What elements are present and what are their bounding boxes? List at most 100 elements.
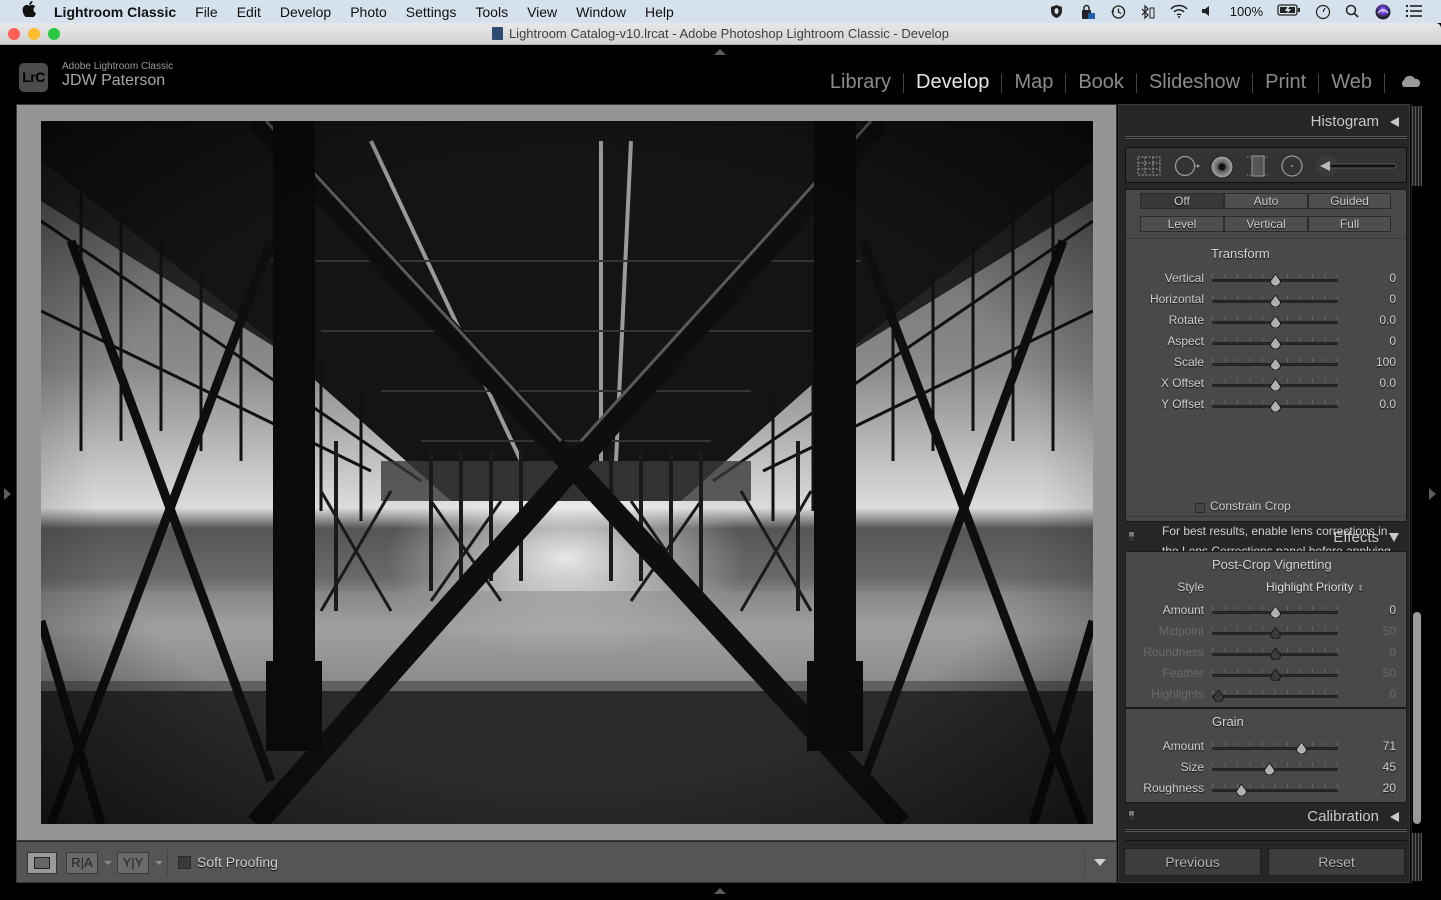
before-after-ra-button[interactable]: R|A (66, 852, 98, 874)
slider-value[interactable]: 0 (1389, 334, 1396, 348)
slider-track[interactable] (1212, 768, 1338, 771)
slider-value[interactable]: 0 (1389, 687, 1396, 701)
menu-photo[interactable]: Photo (350, 4, 387, 20)
module-print[interactable]: Print (1253, 71, 1318, 94)
slider-value[interactable]: 0.0 (1379, 397, 1396, 411)
module-book[interactable]: Book (1066, 71, 1136, 94)
module-web[interactable]: Web (1319, 71, 1384, 94)
slider-knob[interactable] (1213, 689, 1225, 703)
menu-develop[interactable]: Develop (280, 4, 331, 20)
list-icon[interactable] (1405, 4, 1422, 20)
right-panel-toggle-icon[interactable] (1429, 488, 1436, 500)
slider-knob[interactable] (1263, 762, 1275, 776)
upright-full-button[interactable]: Full (1308, 216, 1391, 232)
slider-knob[interactable] (1270, 626, 1281, 640)
upright-guided-button[interactable]: Guided (1308, 193, 1391, 209)
slider-value[interactable]: 0 (1389, 603, 1396, 617)
upright-vertical-button[interactable]: Vertical (1224, 216, 1308, 232)
slider-knob[interactable] (1270, 273, 1281, 287)
slider-knob[interactable] (1270, 378, 1281, 392)
menu-file[interactable]: File (195, 4, 218, 20)
spot-removal-icon[interactable] (1174, 155, 1200, 177)
previous-button[interactable]: Previous (1124, 848, 1261, 876)
slider-value[interactable]: 50 (1383, 666, 1396, 680)
slider-knob[interactable] (1270, 647, 1281, 661)
constrain-crop-checkbox[interactable] (1195, 503, 1205, 513)
menu-app[interactable]: Lightroom Classic (54, 4, 176, 20)
slider-track[interactable] (1212, 747, 1338, 750)
slider-knob[interactable] (1270, 357, 1281, 371)
collapse-triangle-icon[interactable] (1390, 117, 1399, 127)
calibration-panel-header[interactable]: Calibration (1125, 802, 1407, 830)
menu-settings[interactable]: Settings (406, 4, 457, 20)
before-after-yy-dropdown-icon[interactable] (155, 861, 163, 865)
slider-value[interactable]: 45 (1383, 760, 1396, 774)
slider-value[interactable]: 71 (1383, 739, 1396, 753)
red-eye-icon[interactable] (1210, 155, 1234, 179)
slider-knob[interactable] (1270, 315, 1281, 329)
slider-knob[interactable] (1270, 294, 1281, 308)
menu-help[interactable]: Help (645, 4, 674, 20)
toolbar-content-menu-icon[interactable] (1094, 859, 1106, 866)
menu-view[interactable]: View (527, 4, 557, 20)
slider-value[interactable]: 0 (1389, 645, 1396, 659)
lock-icon[interactable] (1080, 4, 1096, 20)
before-after-ra-dropdown-icon[interactable] (104, 861, 112, 865)
top-panel-toggle-icon[interactable] (714, 49, 726, 55)
slider-track[interactable] (1212, 789, 1338, 792)
slider-value[interactable]: 50 (1383, 624, 1396, 638)
cloud-icon[interactable] (1385, 72, 1421, 93)
upright-off-button[interactable]: Off (1140, 193, 1224, 209)
left-panel-toggle-icon[interactable] (4, 488, 11, 500)
slider-value[interactable]: 0 (1389, 271, 1396, 285)
menu-tools[interactable]: Tools (475, 4, 508, 20)
time-machine-icon[interactable] (1110, 4, 1126, 20)
slider-knob[interactable] (1270, 336, 1281, 350)
vignette-style-select[interactable]: Highlight Priority ⬍ (1266, 580, 1364, 594)
slider-track[interactable] (1212, 695, 1338, 698)
graduated-filter-icon[interactable] (1247, 155, 1269, 177)
slider-knob[interactable] (1270, 605, 1281, 619)
siri-icon[interactable] (1375, 4, 1391, 20)
slider-knob[interactable] (1270, 668, 1281, 682)
photo-preview[interactable] (41, 121, 1093, 824)
reset-button[interactable]: Reset (1268, 848, 1405, 876)
menu-window[interactable]: Window (576, 4, 626, 20)
upright-level-button[interactable]: Level (1140, 216, 1224, 232)
histogram-panel-header[interactable]: Histogram (1125, 107, 1407, 135)
filmstrip-toggle-icon[interactable] (714, 888, 726, 894)
calibration-enable-toggle[interactable] (1128, 810, 1135, 821)
constrain-crop-label[interactable]: Constrain Crop (1210, 499, 1291, 513)
crop-overlay-icon[interactable] (1136, 155, 1161, 177)
slider-knob[interactable] (1270, 399, 1281, 413)
battery-icon[interactable] (1277, 3, 1301, 20)
loupe-view-button[interactable] (27, 852, 57, 874)
expand-triangle-icon[interactable] (1389, 533, 1399, 542)
volume-icon[interactable] (1200, 4, 1216, 20)
radial-filter-icon[interactable] (1281, 155, 1303, 177)
effects-enable-toggle[interactable] (1128, 531, 1135, 542)
slider-knob[interactable] (1296, 741, 1308, 755)
slider-knob[interactable] (1236, 783, 1247, 797)
slider-value[interactable]: 0.0 (1379, 313, 1396, 327)
collapse-triangle-icon[interactable] (1390, 812, 1399, 822)
module-slideshow[interactable]: Slideshow (1137, 71, 1252, 94)
soft-proofing-label[interactable]: Soft Proofing (197, 854, 278, 870)
effects-panel-header[interactable]: Effects (1125, 523, 1407, 551)
shield-icon[interactable] (1050, 4, 1066, 20)
scrollbar-thumb[interactable] (1413, 612, 1421, 824)
bluetooth-icon[interactable] (1140, 4, 1156, 20)
apple-menu-icon[interactable] (20, 1, 38, 22)
slider-value[interactable]: 100 (1376, 355, 1396, 369)
module-map[interactable]: Map (1002, 71, 1065, 94)
menu-edit[interactable]: Edit (237, 4, 261, 20)
slider-value[interactable]: 0.0 (1379, 376, 1396, 390)
before-after-yy-button[interactable]: Y|Y (117, 852, 149, 874)
module-develop[interactable]: Develop (904, 71, 1001, 94)
adjustment-brush-icon[interactable] (1316, 155, 1398, 177)
search-icon[interactable] (1345, 4, 1361, 20)
soft-proofing-checkbox[interactable] (178, 856, 191, 869)
slider-value[interactable]: 0 (1389, 292, 1396, 306)
module-library[interactable]: Library (818, 71, 903, 94)
upright-auto-button[interactable]: Auto (1224, 193, 1308, 209)
